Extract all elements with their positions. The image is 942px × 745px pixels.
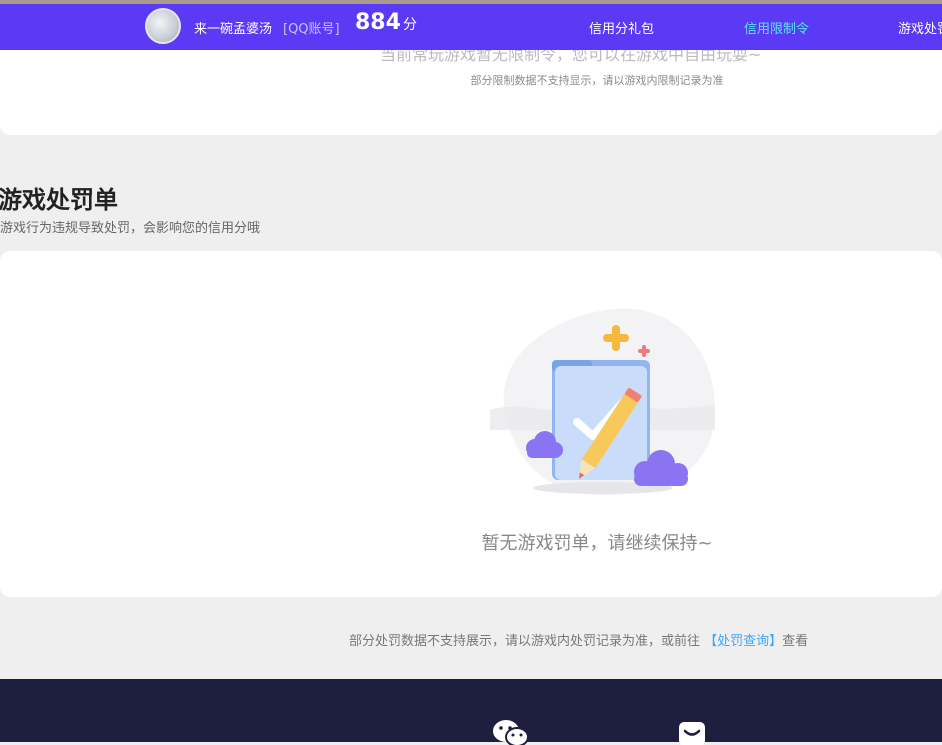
penalty-data-note: 部分处罚数据不支持展示，请以游戏内处罚记录为准，或前往 【处罚查询】查看 [349, 630, 808, 649]
wechat-icon[interactable] [492, 719, 530, 745]
empty-state-illustration [490, 308, 715, 495]
account-tag: [QQ账号] [283, 22, 340, 37]
penalty-query-link[interactable]: 【处罚查询】 [704, 634, 782, 649]
qq-icon[interactable] [678, 721, 706, 745]
nav-limit-order[interactable]: 信用限制令 [744, 18, 809, 37]
penalty-note-text: 部分处罚数据不支持展示，请以游戏内处罚记录为准，或前往 [349, 634, 701, 649]
nickname: 来一碗孟婆汤 [194, 22, 273, 37]
limit-note: 部分限制数据不支持显示，请以游戏内限制记录为准 [470, 74, 724, 87]
nav-penalty[interactable]: 游戏处罚 [898, 18, 942, 37]
penalty-title: 游戏处罚单 [0, 186, 118, 214]
top-bar: 来一碗孟婆汤 [QQ账号] 884分 信用分礼包 信用限制令 游戏处罚 [0, 0, 942, 50]
avatar[interactable] [145, 8, 181, 44]
nav-gift[interactable]: 信用分礼包 [589, 18, 654, 37]
penalty-subtitle: 游戏行为违规导致处罚，会影响您的信用分哦 [0, 221, 261, 236]
score-value: 884 [355, 10, 401, 35]
score-unit: 分 [402, 17, 417, 33]
credit-score: 884 分 [355, 10, 417, 35]
empty-penalty-text: 暂无游戏罚单，请继续保持~ [481, 533, 713, 554]
footer [0, 679, 942, 742]
penalty-note-suffix: 查看 [782, 634, 809, 649]
